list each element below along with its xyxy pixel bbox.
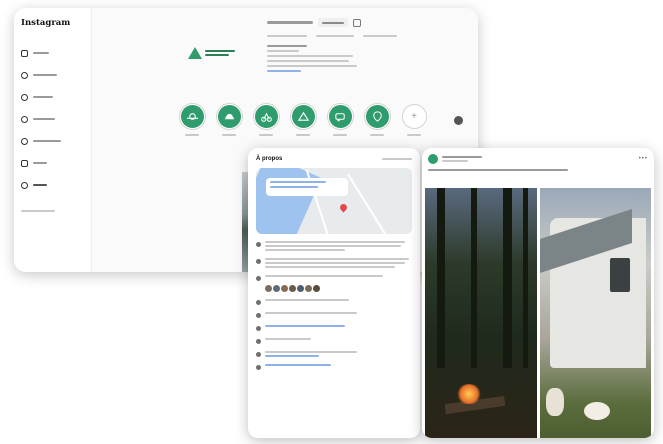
home-icon [21,49,28,57]
website-icon [256,365,261,370]
friends-avatars [265,285,412,292]
sun-icon [179,104,205,129]
nav-profile[interactable] [21,174,91,196]
profile-header [267,18,397,72]
highlight-1[interactable] [178,104,206,136]
highlight-4[interactable] [289,104,317,136]
followers-icon [256,300,261,305]
highlight-2[interactable] [215,104,243,136]
profile-username-placeholder [267,21,313,24]
info-intro-placeholder [256,241,412,251]
facebook-about-panel: À propos [248,148,420,438]
profile-bio-placeholder [267,45,397,72]
region-icon [364,104,390,129]
rv-photo[interactable] [539,188,651,438]
logo-text-placeholder [205,50,235,56]
post-author-placeholder [442,156,482,162]
highlight-3[interactable] [252,104,280,136]
checkin-icon [256,313,261,318]
nav-create[interactable] [21,152,91,174]
settings-icon[interactable] [454,116,463,125]
story-highlights: + [178,104,428,136]
see-all-link-placeholder[interactable] [382,158,412,160]
nav-more[interactable] [21,200,91,222]
phone-icon [256,339,261,344]
info-website-placeholder[interactable] [256,364,412,370]
highlight-new[interactable]: + [400,104,428,136]
about-title: À propos [256,156,283,162]
options-icon[interactable] [353,18,361,27]
post-text-placeholder [422,164,654,171]
messenger-icon [256,352,261,357]
create-icon [21,159,28,167]
facebook-post-panel: ••• [422,148,654,438]
highlight-6[interactable] [363,104,391,136]
nav-search[interactable] [21,64,91,86]
info-phone-placeholder [256,338,412,344]
highlight-5[interactable] [326,104,354,136]
profile-logo [188,42,238,64]
logo-mark-icon [188,47,202,59]
instagram-sidebar: Instagram [14,8,92,272]
page-avatar[interactable] [428,154,438,164]
nav-home[interactable] [21,42,91,64]
camping-icon [216,104,242,129]
campfire-photo[interactable] [425,188,537,438]
messages-icon [21,115,28,123]
profile-icon [21,181,28,189]
info-followers-placeholder [256,299,412,305]
info-likes-placeholder [256,275,412,281]
explore-icon [21,93,28,101]
more-options-icon[interactable]: ••• [639,156,648,162]
follow-button[interactable] [318,18,348,27]
email-icon [256,326,261,331]
info-icon [256,259,261,264]
info-response-placeholder [256,351,412,357]
info-icon [256,242,261,247]
map-pin-icon [338,202,349,213]
profile-stats-placeholder [267,35,397,37]
trailer-icon [327,104,353,129]
nav-messages[interactable] [21,108,91,130]
notifications-icon [21,137,28,145]
location-map[interactable] [256,168,412,234]
info-about-placeholder [256,258,412,268]
add-icon: + [401,104,427,129]
instagram-logo[interactable]: Instagram [21,18,91,28]
map-address-card-placeholder [266,178,348,196]
post-photos[interactable] [425,188,651,438]
info-email-placeholder[interactable] [256,325,412,331]
like-icon [256,276,261,281]
tent-icon [290,104,316,129]
nav-explore[interactable] [21,86,91,108]
nav-notifications[interactable] [21,130,91,152]
search-icon [21,71,28,79]
activities-icon [253,104,279,129]
info-checkins-placeholder [256,312,412,318]
